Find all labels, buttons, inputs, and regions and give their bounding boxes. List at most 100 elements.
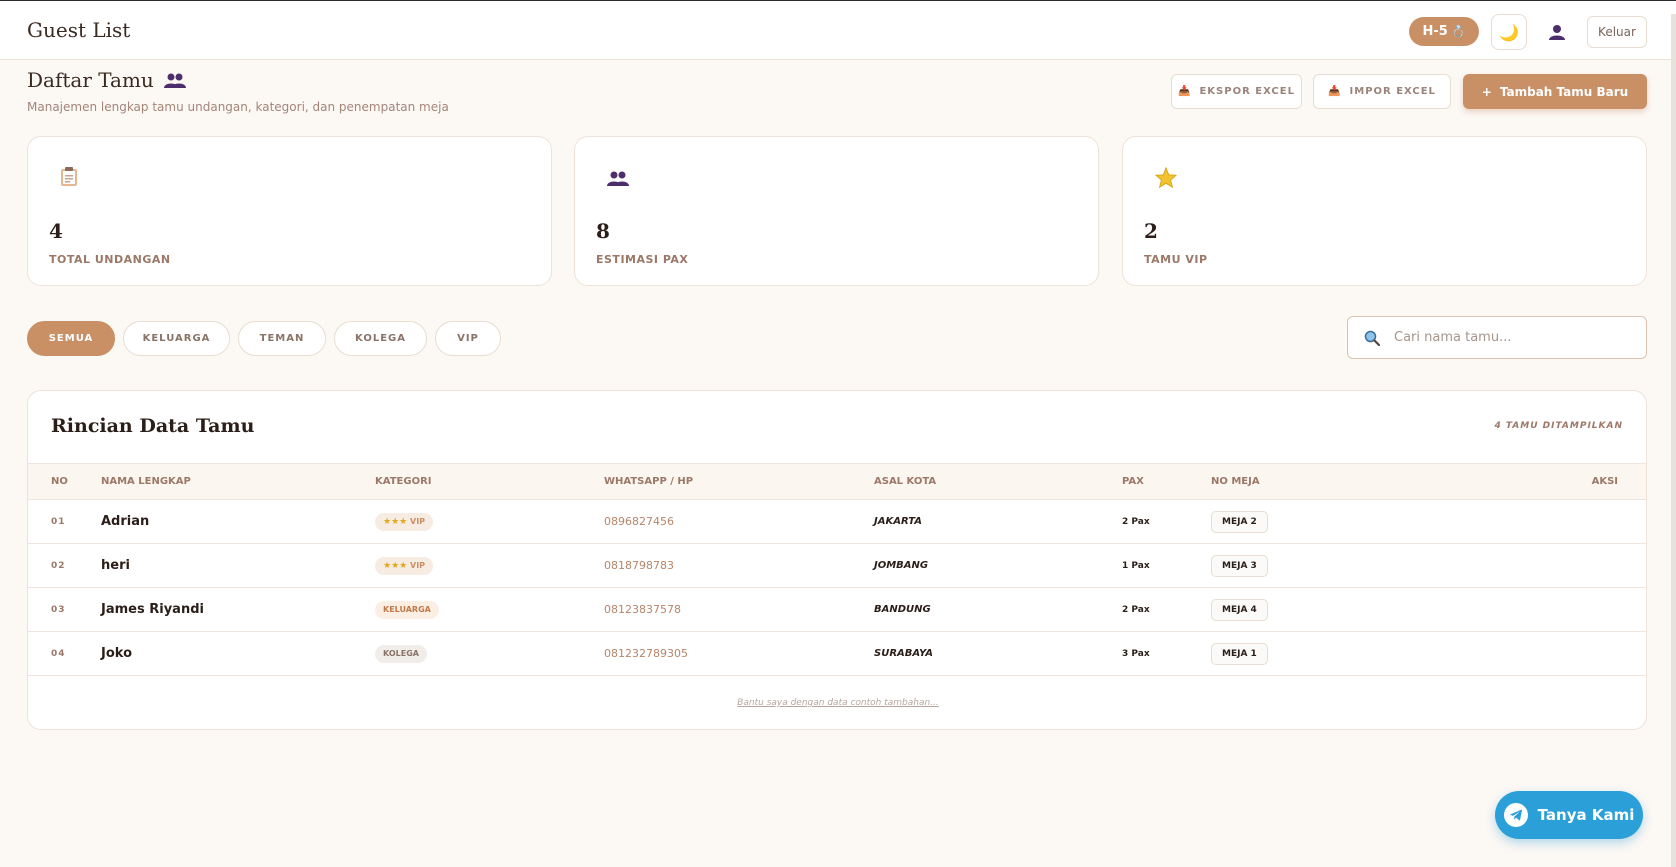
filter-family[interactable]: KELUARGA — [123, 321, 230, 356]
table-row[interactable]: 03 James Riyandi KELUARGA 08123837578 BA… — [28, 588, 1646, 632]
table-row[interactable]: 02 heri ★★★ VIP 0818798783 JOMBANG 1 Pax… — [28, 544, 1646, 588]
column-header-action: AKSI — [1430, 463, 1646, 500]
page-title-text: Daftar Tamu — [27, 68, 154, 92]
tray-icon: 📥 — [1178, 86, 1192, 97]
filter-all[interactable]: SEMUA — [27, 321, 115, 356]
table-row[interactable]: 04 Joko KOLEGA 081232789305 SURABAYA 3 P… — [28, 632, 1646, 676]
column-header-phone: WHATSAPP / HP — [604, 463, 874, 500]
table-number-chip: MEJA 1 — [1211, 642, 1268, 665]
logout-button[interactable]: Keluar — [1587, 16, 1647, 48]
moon-icon: 🌙 — [1499, 22, 1519, 42]
row-actions[interactable] — [1430, 500, 1646, 544]
column-header-no: NO — [28, 463, 101, 500]
filter-friends[interactable]: TEMAN — [238, 321, 326, 356]
table-header-row: NO NAMA LENGKAP KATEGORI WHATSAPP / HP A… — [28, 463, 1646, 500]
guest-phone: 0818798783 — [604, 559, 674, 572]
stat-label: TOTAL UNDANGAN — [49, 253, 171, 266]
column-header-city: ASAL KOTA — [874, 463, 1122, 500]
search-icon — [1364, 330, 1380, 346]
table-title: Rincian Data Tamu — [51, 415, 255, 437]
add-guest-button[interactable]: + Tambah Tamu Baru — [1463, 74, 1647, 109]
clipboard-icon — [60, 167, 78, 192]
category-label: VIP — [410, 516, 426, 526]
row-number: 01 — [51, 516, 66, 527]
guest-phone: 08123837578 — [604, 603, 681, 616]
column-header-category: KATEGORI — [375, 463, 604, 500]
guest-name: heri — [101, 558, 130, 573]
category-badge-colleague: KOLEGA — [375, 644, 427, 663]
guest-phone: 081232789305 — [604, 647, 688, 660]
sample-data-link[interactable]: Bantu saya dengan data contoh tambahan..… — [28, 698, 1646, 708]
row-actions[interactable] — [1430, 632, 1646, 676]
guest-table: NO NAMA LENGKAP KATEGORI WHATSAPP / HP A… — [28, 463, 1646, 676]
search-box[interactable] — [1347, 316, 1647, 359]
category-badge-vip: ★★★ VIP — [375, 556, 434, 575]
column-header-table-no: NO MEJA — [1211, 463, 1431, 500]
star-icon — [1154, 166, 1178, 194]
guest-city: BANDUNG — [874, 604, 931, 615]
people-icon — [607, 167, 629, 191]
guest-table-card: Rincian Data Tamu 4 TAMU DITAMPILKAN NO … — [27, 390, 1647, 730]
people-icon — [163, 73, 186, 88]
ask-us-chat-button[interactable]: Tanya Kami — [1495, 791, 1643, 839]
page-title: Daftar Tamu — [27, 68, 186, 92]
page-subtitle: Manajemen lengkap tamu undangan, kategor… — [27, 100, 449, 114]
guest-pax: 1 Pax — [1122, 560, 1150, 571]
app-title: Guest List — [27, 18, 131, 42]
add-guest-label: Tambah Tamu Baru — [1499, 84, 1629, 99]
column-header-pax: PAX — [1122, 463, 1211, 500]
ring-icon: 💍 — [1451, 25, 1466, 38]
stat-label: TAMU VIP — [1144, 253, 1208, 266]
countdown-badge[interactable]: H-5 💍 — [1409, 17, 1479, 46]
user-avatar[interactable] — [1539, 14, 1575, 50]
guest-pax: 2 Pax — [1122, 604, 1150, 615]
guest-pax: 2 Pax — [1122, 516, 1150, 527]
guest-city: SURABAYA — [874, 648, 933, 659]
column-header-name: NAMA LENGKAP — [101, 463, 375, 500]
guest-pax: 3 Pax — [1122, 648, 1150, 659]
filter-vip[interactable]: VIP — [435, 321, 501, 356]
stat-value: 4 — [49, 219, 63, 243]
row-actions[interactable] — [1430, 588, 1646, 632]
guest-count-label: 4 TAMU DITAMPILKAN — [1494, 421, 1623, 431]
row-number: 04 — [51, 648, 66, 659]
filter-colleagues[interactable]: KOLEGA — [334, 321, 427, 356]
plus-icon: + — [1481, 84, 1492, 99]
star-rating-icon: ★★★ — [383, 516, 408, 527]
ask-us-label: Tanya Kami — [1537, 806, 1635, 824]
stat-card-total-invitations: 4 TOTAL UNDANGAN — [27, 136, 552, 286]
import-excel-button[interactable]: 📥 IMPOR EXCEL — [1313, 74, 1451, 109]
tray-icon: 📥 — [1328, 86, 1342, 97]
category-label: VIP — [410, 560, 426, 570]
guest-name: Joko — [101, 646, 132, 661]
stat-value: 8 — [596, 219, 610, 243]
stat-value: 2 — [1144, 219, 1158, 243]
top-bar: Guest List H-5 💍 🌙 Keluar — [0, 0, 1676, 60]
row-actions[interactable] — [1430, 544, 1646, 588]
star-rating-icon: ★★★ — [383, 560, 408, 571]
import-excel-label: IMPOR EXCEL — [1349, 86, 1436, 97]
theme-toggle-button[interactable]: 🌙 — [1491, 14, 1527, 50]
stat-card-estimated-pax: 8 ESTIMASI PAX — [574, 136, 1099, 286]
table-number-chip: MEJA 2 — [1211, 510, 1268, 533]
countdown-label: H-5 — [1422, 24, 1448, 39]
table-number-chip: MEJA 3 — [1211, 554, 1268, 577]
category-badge-family: KELUARGA — [375, 600, 439, 619]
table-row[interactable]: 01 Adrian ★★★ VIP 0896827456 JAKARTA 2 P… — [28, 500, 1646, 544]
category-badge-vip: ★★★ VIP — [375, 512, 434, 531]
guest-name: James Riyandi — [101, 602, 204, 617]
user-icon — [1549, 25, 1565, 40]
search-input[interactable] — [1392, 329, 1626, 346]
page-scrollbar[interactable] — [1671, 14, 1676, 867]
guest-city: JAKARTA — [874, 516, 922, 527]
guest-name: Adrian — [101, 514, 150, 529]
stat-label: ESTIMASI PAX — [596, 253, 689, 266]
export-excel-label: EKSPOR EXCEL — [1199, 86, 1295, 97]
export-excel-button[interactable]: 📥 EKSPOR EXCEL — [1171, 74, 1302, 109]
table-number-chip: MEJA 4 — [1211, 598, 1268, 621]
row-number: 03 — [51, 604, 66, 615]
guest-city: JOMBANG — [874, 560, 929, 571]
stat-card-vip-guests: 2 TAMU VIP — [1122, 136, 1647, 286]
guest-phone: 0896827456 — [604, 515, 674, 528]
telegram-icon — [1503, 803, 1528, 827]
